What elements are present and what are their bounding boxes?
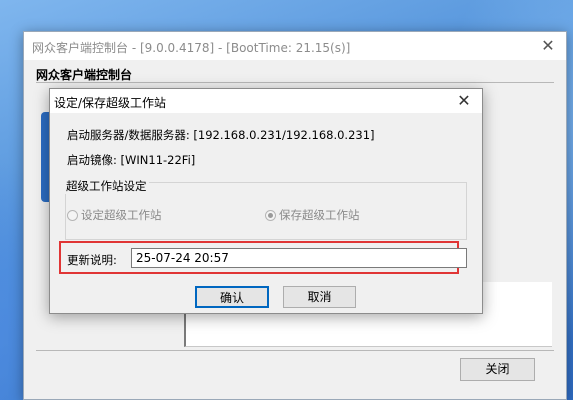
radio-save-superworkstation[interactable]: 保存超级工作站 [265,207,360,223]
radio-unchecked-icon [67,209,78,221]
dialog-titlebar[interactable]: 设定/保存超级工作站 ✕ [50,89,482,113]
image-info: 启动镜像: [WIN11-22Fi] [67,153,196,167]
superworkstation-dialog: 设定/保存超级工作站 ✕ 启动服务器/数据服务器: [192.168.0.231… [49,88,483,314]
close-button[interactable]: 关闭 [460,358,535,381]
console-titlebar[interactable]: 网众客户端控制台 - [9.0.0.4178] - [BootTime: 21.… [24,32,566,60]
dialog-close-icon[interactable]: ✕ [454,90,474,112]
side-panel-edge [41,112,49,202]
update-note-input[interactable] [131,248,467,268]
console-header: 网众客户端控制台 [36,68,133,82]
update-note-label: 更新说明: [67,253,117,267]
dialog-title: 设定/保存超级工作站 [54,96,167,110]
console-close-icon[interactable]: ✕ [538,36,558,56]
server-info: 启动服务器/数据服务器: [192.168.0.231/192.168.0.23… [67,128,375,142]
update-note-highlight: 更新说明: [59,241,467,274]
radio-checked-icon [265,209,276,221]
groupbox-label: 超级工作站设定 [64,178,149,194]
console-window-title: 网众客户端控制台 - [9.0.0.4178] - [BootTime: 21.… [32,41,351,55]
cancel-button[interactable]: 取消 [283,286,356,308]
footer-divider [36,350,554,351]
header-divider [36,82,554,83]
radio-save-label: 保存超级工作站 [279,208,360,222]
radio-set-label: 设定超级工作站 [81,208,162,222]
confirm-button[interactable]: 确认 [195,286,269,308]
radio-set-superworkstation[interactable]: 设定超级工作站 [67,207,162,223]
